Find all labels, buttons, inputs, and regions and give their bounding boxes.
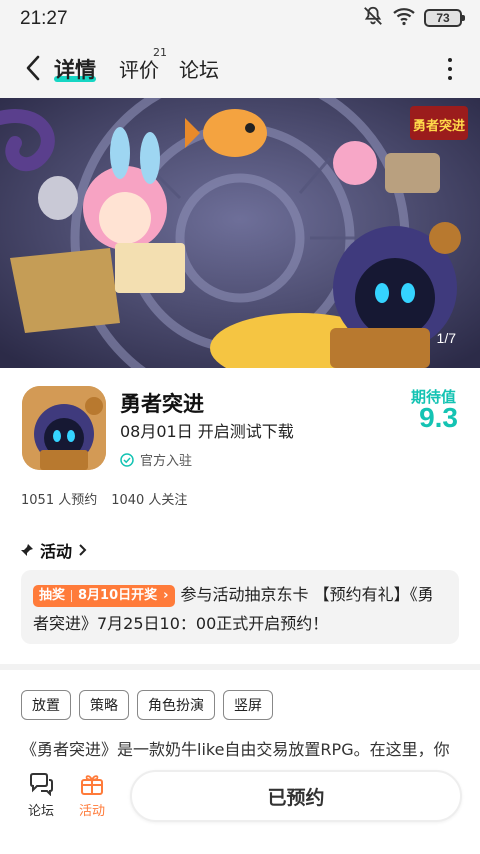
bottom-activity-label: 活动: [78, 804, 105, 819]
app-stats: 1051 人预约 1040 人关注: [21, 489, 187, 508]
activity-section: 活动 抽奖 8月10日开奖 › 参与活动抽京东卡 【预约有礼】《勇者突进》7月2…: [0, 530, 480, 660]
pin-icon: [21, 544, 33, 556]
bottom-action-bar: 论坛 活动 已预约: [0, 762, 480, 854]
lottery-badge-type: 抽奖: [39, 588, 66, 603]
bottom-activity-button[interactable]: 活动: [72, 772, 112, 819]
status-time: 21:27: [20, 8, 68, 29]
battery-indicator: 73: [424, 9, 465, 27]
banner-carousel[interactable]: 勇者突进 1/7: [0, 98, 480, 368]
app-info-section: 勇者突进 08月01日 开启测试下载 官方入驻 期待值 9.3 1051 人预约…: [0, 368, 480, 518]
activity-card[interactable]: 抽奖 8月10日开奖 › 参与活动抽京东卡 【预约有礼】《勇者突进》7月25日1…: [21, 570, 459, 644]
section-divider: [0, 664, 480, 670]
official-badge: 官方入驻: [120, 450, 192, 469]
bottom-forum-button[interactable]: 论坛: [21, 772, 61, 819]
badge-chevron-icon: ›: [163, 588, 169, 603]
banner-artwork: 勇者突进: [0, 98, 480, 368]
wifi-icon: [392, 6, 416, 30]
app-icon: [22, 386, 106, 470]
back-button[interactable]: [18, 52, 48, 84]
tag-idle[interactable]: 放置: [21, 690, 71, 720]
official-label: 官方入驻: [140, 454, 193, 469]
chevron-left-icon: [26, 55, 40, 81]
banner-page-counter: 1/7: [436, 330, 456, 346]
status-bar: 21:27 73: [0, 0, 480, 38]
app-name: 勇者突进: [120, 392, 204, 416]
reserved-button[interactable]: 已预约: [130, 770, 462, 822]
banner-logo-text: 勇者突进: [413, 118, 465, 134]
lottery-badge: 抽奖 8月10日开奖 ›: [33, 584, 175, 607]
expectation-score: 9.3: [419, 402, 458, 433]
chat-bubble-icon: [30, 773, 53, 796]
app-test-date: 08月01日 开启测试下载: [120, 422, 294, 441]
activity-header[interactable]: 活动: [20, 538, 88, 562]
tag-rpg[interactable]: 角色扮演: [137, 690, 215, 720]
reservation-count: 1051 人预约: [21, 493, 98, 508]
game-description: 《勇者突进》是一款奶牛like自由交易放置RPG。在这里，你: [21, 740, 450, 759]
tag-strategy[interactable]: 策略: [79, 690, 129, 720]
lottery-badge-date: 8月10日开奖: [78, 588, 158, 603]
gift-icon: [81, 775, 103, 795]
mute-notification-icon: [362, 5, 384, 31]
bottom-forum-label: 论坛: [27, 804, 54, 819]
check-circle-icon: [120, 452, 134, 467]
tab-detail[interactable]: 详情: [54, 54, 96, 84]
status-icons: 73: [362, 5, 465, 31]
follower-count: 1040 人关注: [111, 493, 188, 508]
tag-portrait[interactable]: 竖屏: [223, 690, 273, 720]
review-count-badge: 21: [153, 46, 167, 59]
chevron-right-icon: [79, 544, 87, 556]
genre-tags: 放置 策略 角色扮演 竖屏: [21, 690, 273, 720]
more-options-button[interactable]: [438, 56, 462, 82]
top-nav-bar: 详情 评价 21 论坛: [0, 38, 480, 98]
activity-header-label: 活动: [40, 542, 73, 561]
tab-forum[interactable]: 论坛: [179, 54, 219, 83]
